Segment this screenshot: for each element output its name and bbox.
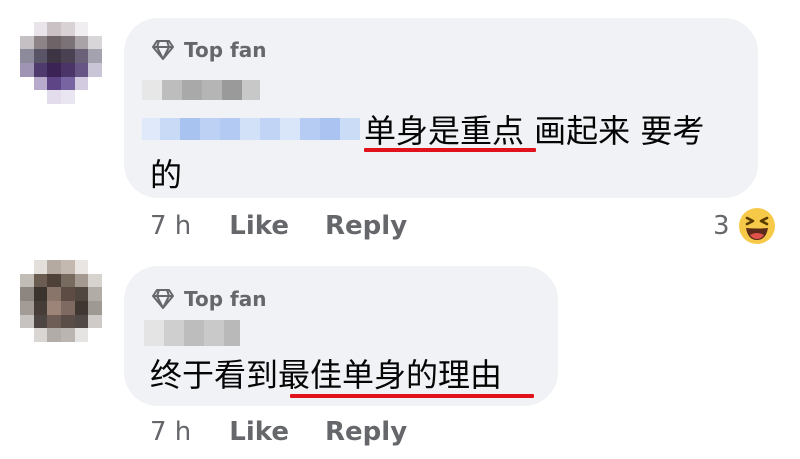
text-underline [364, 148, 536, 152]
comment-text: 终于看到最佳单身的理由 [150, 356, 503, 394]
avatar[interactable] [20, 260, 102, 342]
laughing-emoji-icon [738, 208, 775, 244]
badge-label: Top fan [184, 38, 267, 62]
diamond-icon [152, 289, 174, 309]
comment-actions: 7 h Like Reply [150, 208, 407, 244]
comment-text-line-2: 的 [150, 156, 183, 194]
text-underline [290, 394, 534, 398]
reply-button[interactable]: Reply [325, 211, 407, 241]
reply-button[interactable]: Reply [325, 417, 407, 447]
comment-bubble: Top fan 单身是重点 画起来 要考 的 [124, 18, 758, 198]
comment-actions: 7 h Like Reply [150, 414, 407, 450]
avatar[interactable] [20, 22, 102, 104]
blurred-mention[interactable] [142, 118, 360, 140]
top-fan-badge: Top fan [152, 284, 266, 314]
comment-text-line-1: 单身是重点 画起来 要考 [364, 112, 705, 150]
blurred-author-name[interactable] [144, 320, 240, 346]
comment-timestamp[interactable]: 7 h [150, 211, 191, 241]
top-fan-badge: Top fan [152, 35, 266, 65]
badge-label: Top fan [184, 287, 267, 311]
like-button[interactable]: Like [229, 417, 289, 447]
reaction-count: 3 [713, 211, 730, 241]
comment-thread: Top fan 单身是重点 画起来 要考 的 7 h Like Reply 3 … [0, 0, 800, 459]
blurred-author-name[interactable] [142, 80, 260, 100]
comment-timestamp[interactable]: 7 h [150, 417, 191, 447]
diamond-icon [152, 40, 174, 60]
comment-bubble: Top fan 终于看到最佳单身的理由 [124, 266, 558, 406]
like-button[interactable]: Like [229, 211, 289, 241]
reaction-summary[interactable]: 3 [713, 206, 776, 246]
